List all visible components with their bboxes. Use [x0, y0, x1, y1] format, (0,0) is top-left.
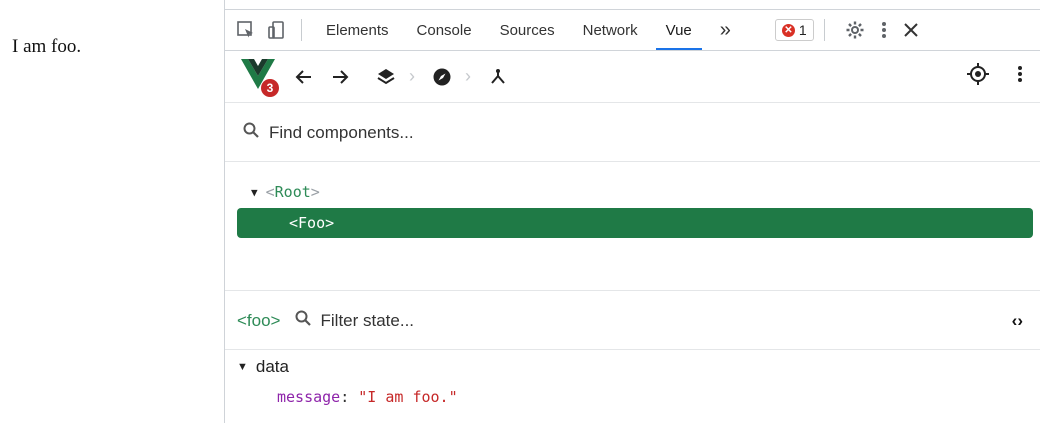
tab-elements[interactable]: Elements: [312, 10, 403, 50]
routes-icon[interactable]: [489, 68, 507, 86]
state-filter-bar: <foo> Filter state... ‹›: [225, 292, 1040, 350]
tabbar-right-icons: [845, 20, 919, 40]
vue-logo-icon: 3: [241, 58, 279, 97]
divider: [823, 19, 825, 41]
forward-arrow-icon[interactable]: [331, 68, 349, 86]
data-section-label: data: [255, 357, 289, 376]
root-label: Root: [274, 183, 311, 201]
close-icon[interactable]: [903, 22, 919, 38]
divider: [301, 19, 302, 41]
data-section-header[interactable]: ▼ data: [237, 357, 289, 377]
chevron-right-icon: ›: [409, 66, 415, 86]
tree-node-foo-selected[interactable]: <Foo>: [237, 208, 1033, 238]
component-tree: ▼ <Root> <Foo>: [225, 163, 1040, 291]
expand-triangle-icon[interactable]: ▼: [251, 186, 258, 199]
property-colon: :: [340, 388, 359, 406]
tab-network[interactable]: Network: [569, 10, 652, 50]
vue-toolbar: 3 › ›: [225, 51, 1040, 103]
inspect-element-icon[interactable]: [231, 15, 261, 45]
page-text: I am foo.: [12, 36, 82, 57]
property-key: message: [277, 388, 341, 406]
tab-vue[interactable]: Vue: [652, 10, 706, 50]
foo-label: <Foo>: [289, 214, 335, 232]
back-arrow-icon[interactable]: [295, 68, 313, 86]
error-count: 1: [798, 22, 807, 38]
search-icon: [295, 310, 311, 331]
find-components-input[interactable]: Find components...: [225, 104, 1040, 162]
tab-sources[interactable]: Sources: [486, 10, 569, 50]
tree-node-root[interactable]: ▼ <Root>: [251, 183, 320, 201]
error-count-badge[interactable]: ✕ 1: [774, 19, 814, 41]
gear-icon[interactable]: [845, 20, 865, 40]
device-toolbar-icon[interactable]: [261, 15, 291, 45]
open-in-editor-icon[interactable]: ‹›: [1012, 311, 1023, 331]
kebab-menu-icon[interactable]: [1017, 64, 1023, 89]
layers-icon[interactable]: [377, 68, 395, 86]
devtools-tabbar: Elements Console Sources Network Vue » ✕…: [225, 9, 1040, 51]
filter-state-placeholder: Filter state...: [320, 310, 415, 330]
property-value: "I am foo.": [358, 388, 458, 406]
search-icon: [243, 122, 259, 143]
tag-bracket-close: >: [310, 183, 320, 201]
tag-bracket-open: <: [265, 183, 275, 201]
vue-toolbar-right: [967, 63, 1023, 90]
error-icon: ✕: [781, 23, 795, 37]
selected-component-tag: <foo>: [237, 310, 281, 330]
kebab-menu-icon[interactable]: [881, 20, 887, 40]
state-property-row[interactable]: message: "I am foo.": [277, 388, 458, 406]
state-data-section: ▼ data message: "I am foo.": [225, 351, 1040, 423]
vue-version-badge: 3: [261, 78, 279, 97]
more-tabs-icon[interactable]: »: [706, 19, 745, 42]
compass-icon[interactable]: [433, 68, 451, 86]
target-select-icon[interactable]: [967, 63, 989, 90]
filter-state-input[interactable]: Filter state...: [295, 310, 415, 331]
expand-triangle-icon[interactable]: ▼: [237, 361, 248, 373]
chevron-right-icon: ›: [465, 66, 471, 86]
devtools-panel: Elements Console Sources Network Vue » ✕…: [224, 0, 1040, 423]
find-components-placeholder: Find components...: [269, 122, 414, 142]
tab-console[interactable]: Console: [403, 10, 486, 50]
inspected-page: I am foo.: [0, 0, 224, 423]
